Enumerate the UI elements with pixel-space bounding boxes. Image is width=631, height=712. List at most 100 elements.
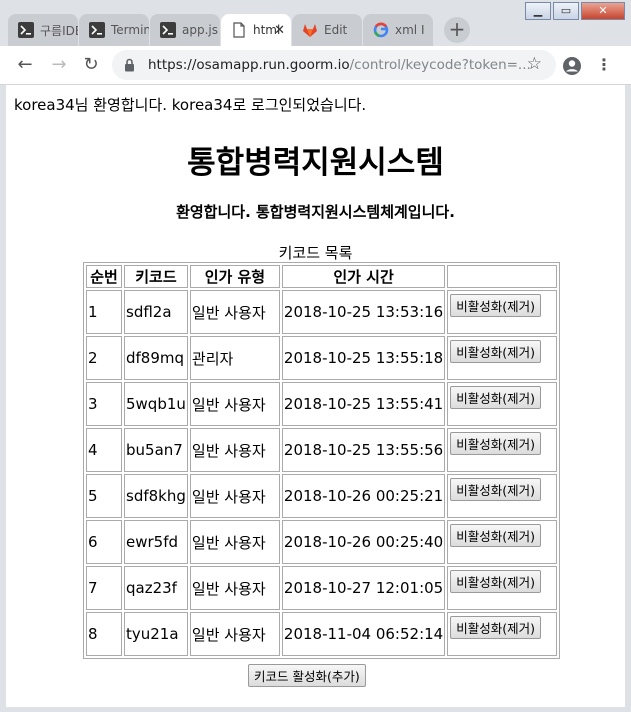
action-cell: 비활성화(제거) [447, 336, 558, 380]
tab-label: xml I [395, 23, 425, 37]
tab-strip: 구름IDE Terminal app.jshtml✕ Edit xml I + [8, 12, 470, 46]
table-row: 6 ewr5fd 일반 사용자 2018-10-26 00:25:40 비활성화(제거) [86, 520, 558, 564]
table-caption: 키코드 목록 [278, 244, 353, 262]
activate-keycode-button[interactable]: 키코드 활성화(추가) [248, 664, 366, 687]
auth-type-cell: 일반 사용자 [189, 428, 280, 472]
deactivate-keycode-button[interactable]: 비활성화(제거) [450, 477, 541, 501]
row-number: 4 [86, 428, 122, 472]
header-code: 키코드 [124, 265, 188, 288]
lock-icon [125, 58, 134, 72]
auth-type-cell: 일반 사용자 [189, 520, 280, 564]
tab-label: app.js [182, 23, 218, 37]
auth-time-cell: 2018-10-25 13:53:16 [281, 290, 446, 334]
gitlab-icon [303, 24, 317, 37]
tab-5[interactable]: xml I [363, 14, 433, 46]
deactivate-keycode-button[interactable]: 비활성화(제거) [450, 293, 541, 317]
auth-type-cell: 일반 사용자 [189, 566, 280, 610]
google-icon [373, 22, 389, 38]
action-cell: 비활성화(제거) [447, 290, 558, 334]
page-title: 통합병력지원시스템 [187, 145, 444, 181]
tab-4[interactable]: Edit [292, 14, 362, 46]
tab-0[interactable]: 구름IDE [8, 14, 78, 46]
terminal-icon [18, 22, 34, 38]
url-text: https://osamapp.run.goorm.io/control/key… [148, 57, 531, 73]
new-tab-button[interactable]: + [444, 17, 470, 43]
reload-icon[interactable]: ↻ [80, 54, 102, 76]
table-row: 1 sdfl2a 일반 사용자 2018-10-25 13:53:16 비활성화(제거) [86, 290, 558, 334]
welcome-message: korea34님 환영합니다. korea34로 로그인되었습니다. [14, 96, 367, 114]
auth-time-cell: 2018-10-26 00:25:40 [281, 520, 446, 564]
auth-time-cell: 2018-11-04 06:52:14 [281, 612, 446, 656]
row-number: 5 [86, 474, 122, 518]
tab-1[interactable]: Terminal [79, 14, 149, 46]
forward-icon[interactable]: → [48, 54, 70, 76]
deactivate-keycode-button[interactable]: 비활성화(제거) [450, 385, 541, 409]
keycode-cell: df89mq [124, 336, 188, 380]
row-number: 7 [86, 566, 122, 610]
window-controls: ▁ ▭ ✕ [523, 2, 625, 20]
tab-2[interactable]: app.js [150, 14, 220, 46]
auth-time-cell: 2018-10-26 00:25:21 [281, 474, 446, 518]
header-action [447, 265, 558, 288]
auth-time-cell: 2018-10-25 13:55:41 [281, 382, 446, 426]
table-row: 3 5wqb1u 일반 사용자 2018-10-25 13:55:41 비활성화(제거) [86, 382, 558, 426]
tab-3[interactable]: html ✕ [221, 14, 291, 46]
browser-toolbar: ← → ↻ https://osamapp.run.goorm.io/contr… [0, 46, 631, 85]
tab-label: Edit [324, 23, 348, 37]
browser-window: 구름IDE Terminal app.jshtml✕ Edit xml I + ▁ ▭ ✕… [0, 0, 631, 712]
title-bar: 구름IDE Terminal app.jshtml✕ Edit xml I + ▁ ▭ ✕ [0, 0, 631, 46]
profile-avatar-icon[interactable] [562, 56, 582, 76]
auth-type-cell: 관리자 [189, 336, 280, 380]
close-window-button[interactable]: ✕ [581, 2, 625, 20]
maximize-button[interactable]: ▭ [553, 2, 579, 20]
table-row: 7 qaz23f 일반 사용자 2018-10-27 12:01:05 비활성화(제거) [86, 566, 558, 610]
keycode-table: 순번 키코드 인가 유형 인가 시간 1 sdfl2a 일반 사용자 2018-10-… [83, 262, 561, 659]
auth-time-cell: 2018-10-25 13:55:56 [281, 428, 446, 472]
terminal-icon [89, 22, 105, 38]
url-host: https://osamapp.run.goorm.io [148, 57, 350, 73]
action-cell: 비활성화(제거) [447, 428, 558, 472]
tab-close-icon[interactable]: ✕ [274, 23, 285, 38]
address-bar[interactable]: https://osamapp.run.goorm.io/control/key… [112, 50, 556, 80]
tab-label: 구름IDE [40, 23, 78, 38]
action-cell: 비활성화(제거) [447, 520, 558, 564]
deactivate-keycode-button[interactable]: 비활성화(제거) [450, 431, 541, 455]
header-no: 순번 [86, 265, 122, 288]
auth-time-cell: 2018-10-25 13:55:18 [281, 336, 446, 380]
action-cell: 비활성화(제거) [447, 382, 558, 426]
auth-type-cell: 일반 사용자 [189, 290, 280, 334]
header-type: 인가 유형 [189, 265, 280, 288]
tab-label: Terminal [111, 23, 149, 37]
deactivate-keycode-button[interactable]: 비활성화(제거) [450, 339, 541, 363]
deactivate-keycode-button[interactable]: 비활성화(제거) [450, 523, 541, 547]
table-row: 5 sdf8khg 일반 사용자 2018-10-26 00:25:21 비활성화(제거… [86, 474, 558, 518]
menu-kebab-icon[interactable]: ⋮ [593, 54, 615, 76]
action-cell: 비활성화(제거) [447, 474, 558, 518]
auth-type-cell: 일반 사용자 [189, 382, 280, 426]
table-row: 2 df89mq 관리자 2018-10-25 13:55:18 비활성화(제거) [86, 336, 558, 380]
action-cell: 비활성화(제거) [447, 566, 558, 610]
keycode-cell: sdfl2a [124, 290, 188, 334]
keycode-cell: 5wqb1u [124, 382, 188, 426]
page-subtitle: 환영합니다. 통합병력지원시스템체계입니다. [176, 203, 455, 221]
row-number: 8 [86, 612, 122, 656]
back-icon[interactable]: ← [14, 54, 36, 76]
auth-time-cell: 2018-10-27 12:01:05 [281, 566, 446, 610]
keycode-cell: tyu21a [124, 612, 188, 656]
auth-type-cell: 일반 사용자 [189, 474, 280, 518]
deactivate-keycode-button[interactable]: 비활성화(제거) [450, 569, 541, 593]
keycode-cell: qaz23f [124, 566, 188, 610]
action-cell: 비활성화(제거) [447, 612, 558, 656]
auth-type-cell: 일반 사용자 [189, 612, 280, 656]
minimize-button[interactable]: ▁ [525, 2, 551, 20]
terminal-icon [160, 22, 176, 38]
header-time: 인가 시간 [281, 265, 446, 288]
keycode-cell: ewr5fd [124, 520, 188, 564]
row-number: 6 [86, 520, 122, 564]
table-row: 4 bu5an7 일반 사용자 2018-10-25 13:55:56 비활성화(제거) [86, 428, 558, 472]
bookmark-star-icon[interactable]: ☆ [527, 54, 542, 74]
table-row: 8 tyu21a 일반 사용자 2018-11-04 06:52:14 비활성화(제거) [86, 612, 558, 656]
deactivate-keycode-button[interactable]: 비활성화(제거) [450, 615, 541, 639]
page-content: korea34님 환영합니다. korea34로 로그인되었습니다. 통합병력지… [6, 85, 625, 707]
keycode-cell: sdf8khg [124, 474, 188, 518]
